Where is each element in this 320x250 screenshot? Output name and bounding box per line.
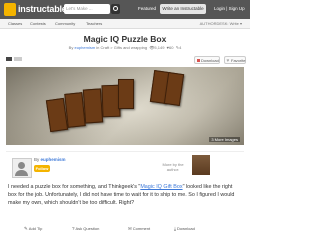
avatar[interactable] xyxy=(12,158,32,178)
related-project-thumbnail[interactable] xyxy=(192,155,210,175)
wood-block xyxy=(118,79,134,109)
views-count: 5,149 xyxy=(154,45,165,50)
top-header: instructables Let's Make ... Featured Wr… xyxy=(0,0,250,19)
author-byline: By euphemism xyxy=(34,157,66,162)
download-button[interactable]: Download xyxy=(194,56,220,64)
magic-iq-gift-box-link[interactable]: Magic IQ Gift Box xyxy=(140,184,182,190)
add-tip-label: Add Tip xyxy=(28,226,43,231)
comment-icon: ✉ xyxy=(128,226,132,231)
download-icon: ⤓ xyxy=(174,226,176,231)
favorite-label: Favorite xyxy=(231,58,246,63)
favorites-count: 60 xyxy=(169,45,174,50)
comments-count: 4 xyxy=(179,45,182,50)
author-box: By euphemism Follow More by the author: xyxy=(6,151,244,179)
ask-question-label: Ask Question xyxy=(75,226,100,231)
page-title: Magic IQ Puzzle Box xyxy=(83,34,167,44)
image-nav-light-control[interactable] xyxy=(14,57,22,61)
nav-item-classes[interactable]: Classes xyxy=(8,21,22,26)
comment-button[interactable]: ✉Comment xyxy=(128,226,150,232)
author-link[interactable]: euphemism xyxy=(74,45,95,50)
nav-item-teachers[interactable]: Teachers xyxy=(86,21,102,26)
action-bar: ✎Add Tip ?Ask Question ✉Comment ⤓Downloa… xyxy=(6,224,244,234)
category-nav: Classes Contests Community Teachers AUTH… xyxy=(0,19,250,29)
add-tip-button[interactable]: ✎Add Tip xyxy=(24,226,42,232)
featured-link[interactable]: Featured xyxy=(138,6,156,11)
pencil-icon: ✎ xyxy=(24,226,28,231)
pdf-icon xyxy=(196,58,200,62)
image-nav-dark-control[interactable] xyxy=(6,57,12,61)
question-icon: ? xyxy=(72,226,75,231)
download-action-label: Download xyxy=(177,226,195,231)
login-signup-link[interactable]: Login | Sign Up xyxy=(214,6,245,11)
author-by-label: By xyxy=(34,157,40,162)
search-input[interactable]: Let's Make ... xyxy=(64,4,110,14)
download-action-button[interactable]: ⤓Download xyxy=(174,226,195,231)
ask-question-button[interactable]: ?Ask Question xyxy=(72,226,99,231)
comment-label: Comment xyxy=(132,226,151,231)
byline: By euphemism in Craft > Gifts and wrappi… xyxy=(0,45,250,50)
avatar-body xyxy=(15,170,28,176)
robot-logo-icon xyxy=(4,3,16,16)
by-prefix: By xyxy=(68,45,74,50)
download-label: Download xyxy=(201,58,219,63)
intro-text-1: I needed a puzzle box for something, and… xyxy=(8,184,141,190)
write-instructable-button[interactable]: Write an Instructable xyxy=(160,4,206,14)
wood-block xyxy=(82,88,104,124)
more-by-author-label: More by the author: xyxy=(162,162,184,172)
category-path[interactable]: in Craft > Gifts and wrapping xyxy=(96,45,147,50)
intro-paragraph: I needed a puzzle box for something, and… xyxy=(8,183,240,208)
author-name-link[interactable]: euphemism xyxy=(41,157,66,162)
follow-button[interactable]: Follow xyxy=(34,165,50,172)
more-images-caption[interactable]: 3 More Images xyxy=(209,137,240,142)
heart-icon: ♥ xyxy=(226,58,230,64)
authordesk-menu[interactable]: AUTHORDESK: Write ▾ xyxy=(200,21,242,26)
nav-item-contests[interactable]: Contests xyxy=(30,21,46,26)
favorite-button[interactable]: ♥ Favorite xyxy=(224,56,246,64)
avatar-head xyxy=(18,162,25,169)
image-toolbar: Download ♥ Favorite xyxy=(6,56,246,65)
main-photo[interactable]: 3 More Images xyxy=(6,67,244,145)
nav-item-community[interactable]: Community xyxy=(55,21,75,26)
instructables-logo[interactable]: instructables xyxy=(4,3,72,16)
search-icon[interactable] xyxy=(111,4,120,14)
